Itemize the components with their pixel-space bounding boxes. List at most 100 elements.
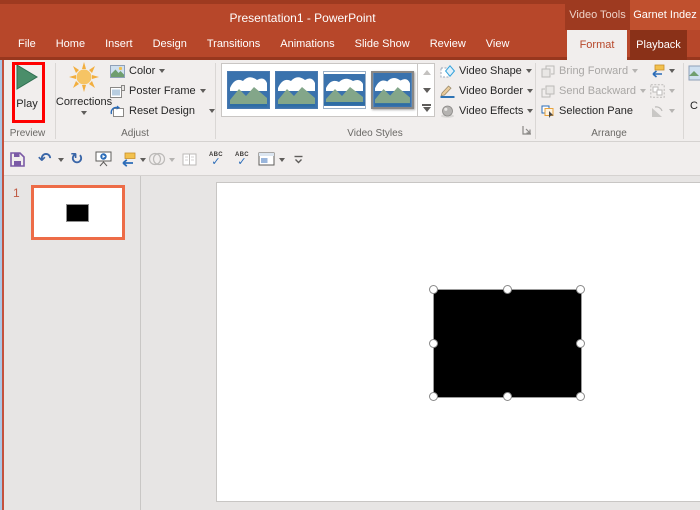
tab-review[interactable]: Review (420, 30, 476, 57)
redo-button[interactable]: ↻ (70, 149, 83, 169)
send-backward-button[interactable]: Send Backward (541, 82, 647, 100)
video-styles-group-label: Video Styles (347, 128, 403, 139)
crop-icon (688, 65, 700, 81)
redo-icon: ↻ (70, 149, 84, 168)
dropdown-arrow-icon (669, 109, 675, 113)
merge-shapes-button-disabled[interactable] (148, 149, 166, 169)
reset-design-icon (110, 105, 124, 117)
send-backward-icon (541, 85, 555, 97)
tab-animations[interactable]: Animations (270, 30, 344, 57)
dropdown-arrow-icon (632, 69, 639, 73)
ribbon-format-tab: Play Preview Corrections Color Poster Fr… (0, 60, 700, 142)
window-layout-icon (258, 152, 275, 166)
resize-handle-bottom-left[interactable] (429, 392, 438, 401)
customize-qat-button[interactable] (293, 149, 304, 169)
crop-button-partial[interactable] (688, 64, 700, 95)
tab-insert[interactable]: Insert (95, 30, 143, 57)
video-style-option-1[interactable] (227, 71, 270, 109)
video-style-option-2[interactable] (275, 71, 318, 109)
merge-shapes-icon (148, 152, 166, 166)
video-border-icon (440, 84, 455, 98)
tab-view[interactable]: View (476, 30, 520, 57)
selection-pane-icon (541, 105, 554, 118)
video-style-option-4[interactable] (371, 71, 414, 109)
bring-forward-icon (541, 65, 555, 77)
view-dropdown-arrow-icon[interactable] (279, 158, 285, 162)
reset-design-label: Reset Design (129, 105, 196, 117)
poster-frame-button[interactable]: Poster Frame (110, 82, 206, 100)
resize-handle-top-center[interactable] (503, 285, 512, 294)
workspace: 1 (0, 176, 700, 510)
reset-design-button[interactable]: Reset Design (110, 102, 216, 120)
color-icon (110, 64, 125, 78)
video-styles-gallery (221, 63, 435, 117)
resize-handle-bottom-center[interactable] (503, 392, 512, 401)
slide-canvas[interactable] (216, 182, 700, 502)
account-name[interactable]: Garnet Indez (630, 0, 700, 30)
video-style-thumbnail-icon (228, 72, 269, 108)
resize-handle-top-left[interactable] (429, 285, 438, 294)
send-backward-label: Send Backward (559, 85, 637, 97)
video-shape-button[interactable]: Video Shape (440, 62, 532, 80)
title-bar: Presentation1 - PowerPoint Video Tools G… (0, 0, 700, 30)
group-divider (683, 63, 684, 139)
undo-button[interactable]: ↶ (38, 149, 51, 169)
tab-home[interactable]: Home (46, 30, 95, 57)
video-border-button[interactable]: Video Border (440, 82, 534, 100)
tab-slide-show[interactable]: Slide Show (345, 30, 420, 57)
scroll-up-icon (422, 69, 431, 75)
tab-transitions[interactable]: Transitions (197, 30, 270, 57)
resize-handle-middle-left[interactable] (429, 339, 438, 348)
gallery-scroll-controls (417, 63, 435, 117)
grid-book-button-disabled[interactable] (182, 149, 197, 169)
tab-design[interactable]: Design (143, 30, 197, 57)
qat-flag-arrow-button[interactable] (120, 149, 136, 169)
save-button[interactable] (10, 149, 25, 169)
tab-format-selected[interactable]: Format (567, 30, 627, 60)
spelling-icon: ABC ✓ (235, 151, 249, 168)
resize-handle-bottom-right[interactable] (576, 392, 585, 401)
save-icon (10, 151, 25, 167)
rotate-objects-button[interactable] (650, 102, 675, 120)
resize-handle-top-right[interactable] (576, 285, 585, 294)
gallery-scroll-up-button[interactable] (418, 63, 435, 81)
color-button[interactable]: Color (110, 62, 166, 80)
dropdown-arrow-icon (640, 89, 647, 93)
window-title: Presentation1 - PowerPoint (229, 11, 376, 25)
selection-pane-button[interactable]: Selection Pane (541, 102, 633, 120)
gallery-more-button[interactable] (418, 99, 435, 117)
slides-panel-divider[interactable] (140, 176, 141, 510)
video-shape-icon (440, 64, 455, 77)
video-effects-button[interactable]: Video Effects (440, 102, 534, 120)
corrections-sun-icon (69, 62, 99, 92)
tab-playback[interactable]: Playback (630, 30, 687, 60)
merge-dropdown-arrow-icon (169, 158, 175, 162)
tab-file[interactable]: File (8, 30, 46, 57)
start-from-beginning-button[interactable] (95, 149, 112, 169)
bring-forward-label: Bring Forward (559, 65, 629, 77)
resize-handle-middle-right[interactable] (576, 339, 585, 348)
quick-access-toolbar: ↶ ↻ ABC ✓ ABC ✓ (0, 142, 700, 176)
flag-arrow-icon (122, 152, 136, 167)
video-shape-label: Video Shape (459, 65, 522, 77)
dropdown-arrow-icon (199, 89, 206, 93)
undo-dropdown-arrow-icon[interactable] (58, 158, 64, 162)
spelling-button[interactable]: ABC ✓ (209, 149, 223, 169)
slide-number: 1 (13, 186, 20, 200)
dropdown-arrow-icon (209, 109, 216, 113)
dropdown-arrow-icon (81, 111, 87, 115)
slide-thumbnail-selected[interactable] (31, 185, 125, 240)
annotation-highlight-box (12, 62, 45, 123)
align-button[interactable] (650, 62, 675, 80)
normal-view-button[interactable] (258, 149, 275, 169)
dropdown-arrow-icon (527, 89, 534, 93)
customize-qat-icon (294, 155, 303, 163)
group-objects-button[interactable] (650, 82, 675, 100)
gallery-scroll-down-button[interactable] (418, 81, 435, 99)
corrections-button[interactable]: Corrections (56, 62, 112, 115)
bring-forward-button[interactable]: Bring Forward (541, 62, 639, 80)
flag-dropdown-arrow-icon[interactable] (140, 158, 146, 162)
video-object-selected[interactable] (429, 285, 585, 401)
spelling-button-2[interactable]: ABC ✓ (235, 149, 249, 169)
video-style-option-3[interactable] (323, 71, 366, 109)
